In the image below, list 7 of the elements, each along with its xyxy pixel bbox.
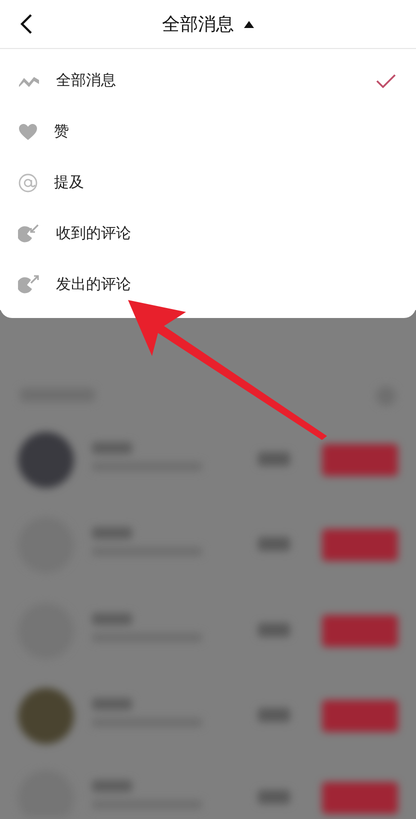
caret-icon <box>244 20 254 28</box>
at-sign-icon <box>18 172 38 192</box>
heart-icon <box>18 122 38 140</box>
incoming-comment-icon <box>18 224 40 244</box>
outgoing-comment-icon <box>18 274 40 294</box>
title-dropdown[interactable]: 全部消息 <box>162 12 254 36</box>
back-icon <box>19 13 33 35</box>
